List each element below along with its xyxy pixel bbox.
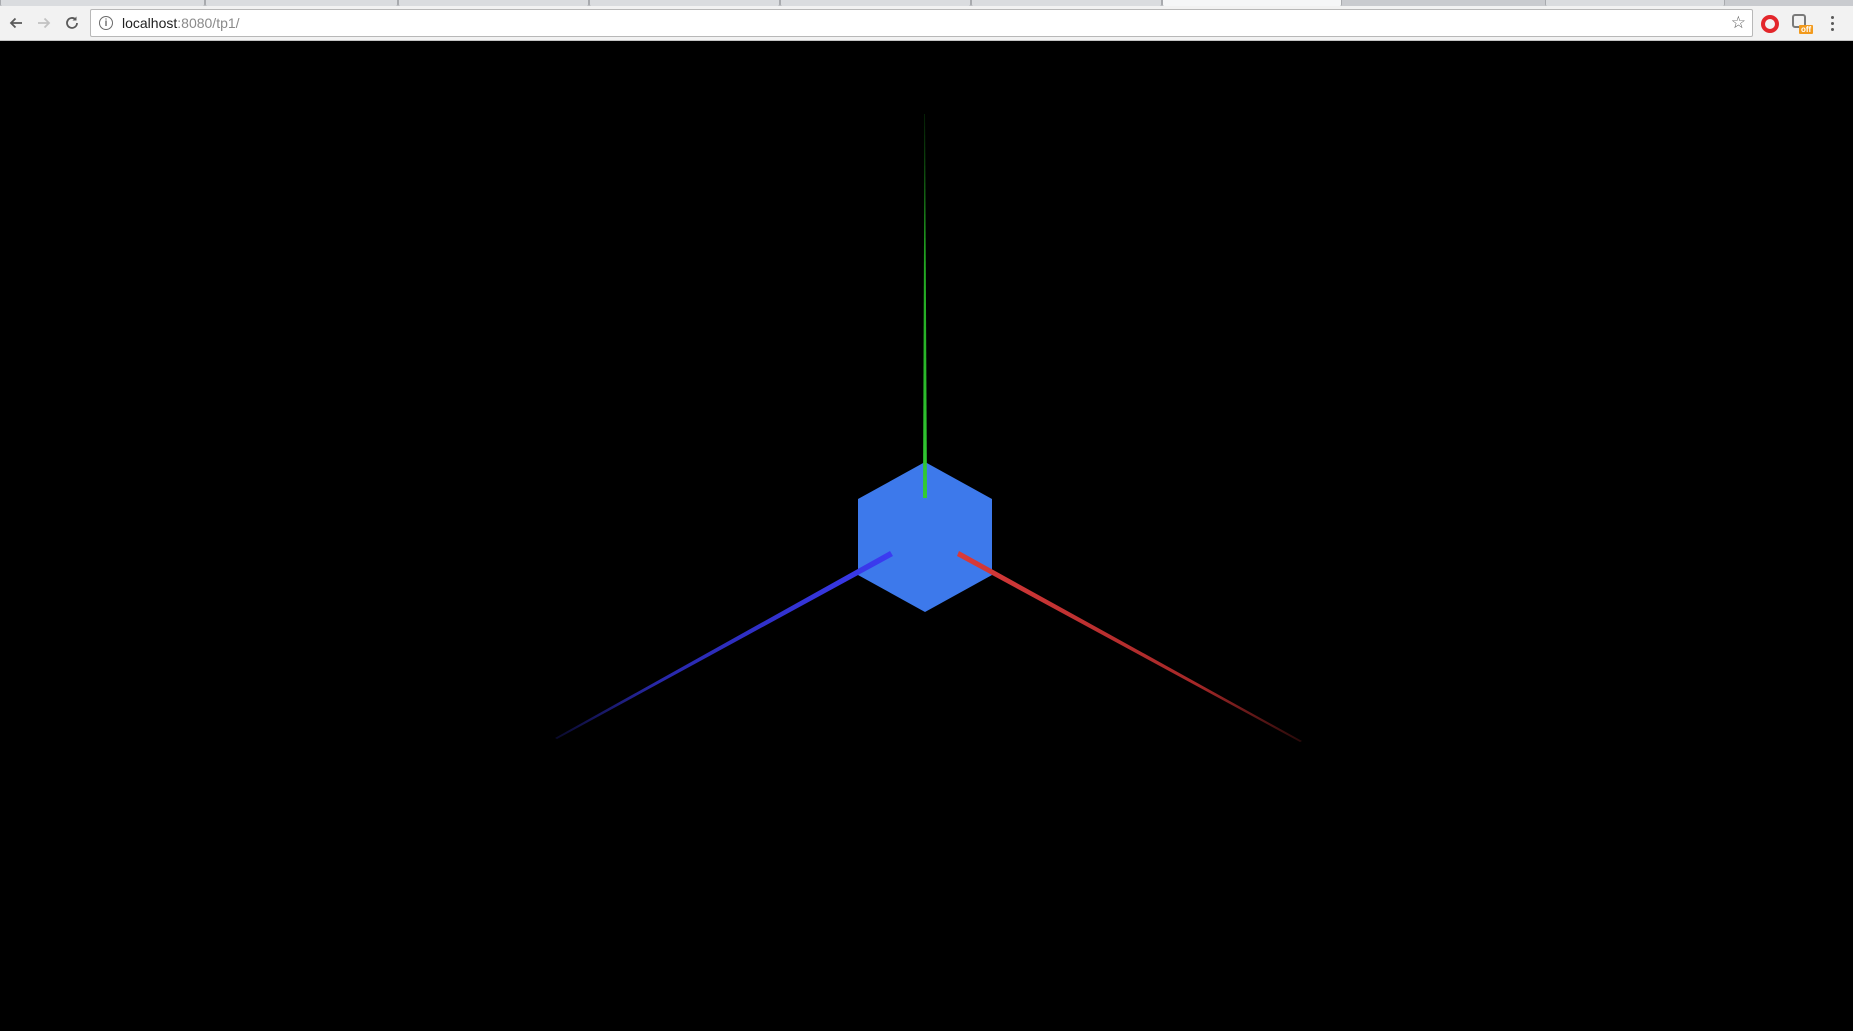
kebab-menu-icon[interactable] xyxy=(1825,12,1840,35)
extension-icon[interactable]: off xyxy=(1791,13,1814,35)
y-axis xyxy=(923,114,927,498)
arrow-right-icon[interactable] xyxy=(30,9,58,37)
x-axis xyxy=(957,551,1302,742)
scene-svg xyxy=(555,114,1302,742)
opera-extension-icon[interactable] xyxy=(1761,14,1779,33)
url-path: :8080/tp1/ xyxy=(177,15,240,31)
webgl-canvas[interactable] xyxy=(0,42,1853,1031)
z-axis xyxy=(555,551,893,739)
extensions-area: off xyxy=(1761,6,1840,41)
url-text[interactable]: localhost:8080/tp1/ xyxy=(122,15,240,31)
address-bar[interactable]: i localhost:8080/tp1/ ☆ xyxy=(90,9,1753,37)
arrow-left-icon[interactable] xyxy=(2,9,30,37)
reload-icon[interactable] xyxy=(58,9,86,37)
url-host: localhost xyxy=(122,15,178,31)
browser-toolbar: i localhost:8080/tp1/ ☆ off xyxy=(0,6,1853,41)
star-icon[interactable]: ☆ xyxy=(1731,14,1746,32)
info-icon[interactable]: i xyxy=(99,16,113,30)
extension-badge: off xyxy=(1799,24,1814,34)
